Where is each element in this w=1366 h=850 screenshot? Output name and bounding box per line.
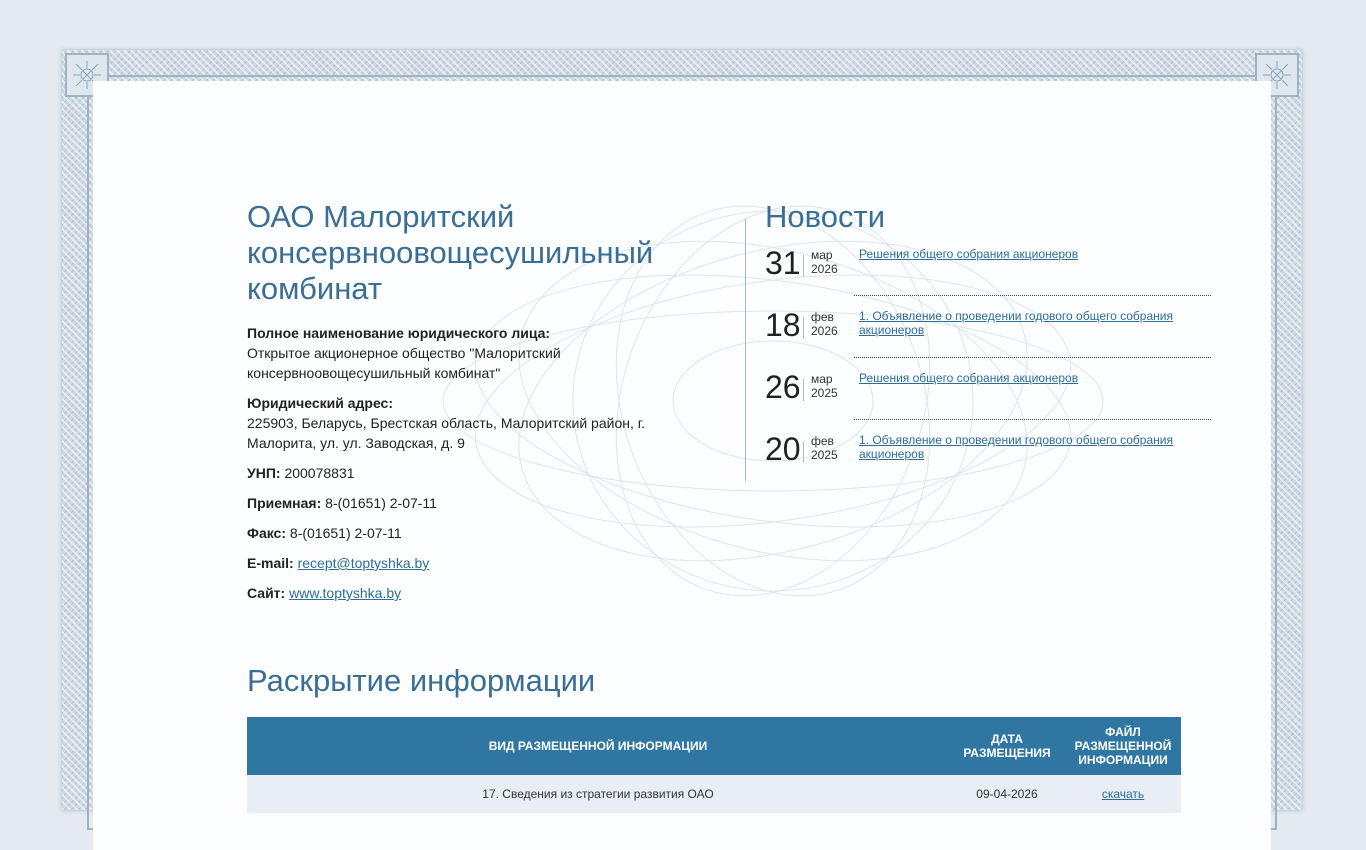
news-year: 2026 bbox=[811, 262, 838, 276]
disclosure-title: Раскрытие информации bbox=[247, 663, 596, 698]
news-date-separator bbox=[803, 441, 804, 463]
table-header-row: Вид размещенной информации Дата размещен… bbox=[247, 717, 1181, 775]
company-info: ОАО Малоритский консервноовощесушильный … bbox=[247, 199, 687, 613]
news-month-year: мар 2025 bbox=[811, 372, 838, 400]
news-item: 26 мар 2025 Решения общего собрания акцио… bbox=[765, 365, 1211, 427]
news-year: 2025 bbox=[811, 386, 838, 400]
full-name-row: Полное наименование юридического лица: О… bbox=[247, 323, 687, 383]
news-month: мар bbox=[811, 248, 833, 262]
news-month-year: мар 2026 bbox=[811, 248, 838, 276]
news-date-separator bbox=[803, 255, 804, 277]
email-link[interactable]: recept@toptyshka.by bbox=[298, 555, 430, 571]
header-date: Дата размещения bbox=[949, 717, 1065, 775]
news-link[interactable]: Решения общего собрания акционеров bbox=[859, 247, 1199, 261]
cell-file: скачать bbox=[1065, 775, 1181, 813]
company-title: ОАО Малоритский консервноовощесушильный … bbox=[247, 199, 654, 306]
fax-value: 8-(01651) 2-07-11 bbox=[289, 525, 402, 541]
header-file: Файл размещенной информации bbox=[1065, 717, 1181, 775]
reception-row: Приемная: 8-(01651) 2-07-11 bbox=[247, 493, 687, 513]
unp-value: 200078831 bbox=[284, 465, 355, 481]
news-day: 20 bbox=[765, 431, 801, 467]
news-link[interactable]: Решения общего собрания акционеров bbox=[859, 371, 1199, 385]
full-name-label: Полное наименование юридического лица: bbox=[247, 325, 551, 341]
news-separator bbox=[854, 357, 1211, 358]
news-month: фев bbox=[811, 310, 834, 324]
news-day: 18 bbox=[765, 307, 801, 343]
email-row: E-mail: recept@toptyshka.by bbox=[247, 553, 687, 573]
email-label: E-mail: bbox=[247, 555, 294, 571]
unp-row: УНП: 200078831 bbox=[247, 463, 687, 483]
site-label: Сайт: bbox=[247, 585, 286, 601]
reception-value: 8-(01651) 2-07-11 bbox=[325, 495, 437, 511]
cell-date: 09-04-2026 bbox=[949, 775, 1065, 813]
reception-label: Приемная: bbox=[247, 495, 322, 511]
news-date-separator bbox=[803, 379, 804, 401]
site-link[interactable]: www.toptyshka.by bbox=[289, 585, 401, 601]
news-title: Новости bbox=[765, 199, 886, 234]
news-item: 20 фев 2025 1. Объявление о проведении го… bbox=[765, 427, 1205, 489]
full-name-value: Открытое акционерное общество "Малоритск… bbox=[247, 345, 561, 381]
download-link[interactable]: скачать bbox=[1102, 787, 1144, 801]
disclosure-table: Вид размещенной информации Дата размещен… bbox=[247, 717, 1181, 813]
news-day: 26 bbox=[765, 369, 801, 405]
address-value: 225903, Беларусь, Брестская область, Мал… bbox=[247, 415, 646, 451]
news-item: 31 мар 2026 Решения общего собрания акцио… bbox=[765, 241, 1211, 303]
certificate-frame: ОАО Малоритский консервноовощесушильный … bbox=[62, 50, 1302, 850]
news-month-year: фев 2025 bbox=[811, 434, 838, 462]
news-year: 2025 bbox=[811, 448, 838, 462]
table-row: 17. Сведения из стратегии развития ОАО 0… bbox=[247, 775, 1181, 813]
content-paper: ОАО Малоритский консервноовощесушильный … bbox=[93, 81, 1271, 850]
site-row: Сайт: www.toptyshka.by bbox=[247, 583, 687, 603]
news-month: мар bbox=[811, 372, 833, 386]
company-details: Полное наименование юридического лица: О… bbox=[247, 323, 687, 603]
news-link[interactable]: 1. Объявление о проведении годового обще… bbox=[859, 309, 1199, 337]
news-separator bbox=[854, 419, 1211, 420]
news-date-separator bbox=[803, 317, 804, 339]
news-item: 18 фев 2026 1. Объявление о проведении го… bbox=[765, 303, 1211, 365]
news-month: фев bbox=[811, 434, 834, 448]
disclosure-section: Раскрытие информации Вид размещенной инф… bbox=[247, 663, 1181, 813]
news-link[interactable]: 1. Объявление о проведении годового обще… bbox=[859, 433, 1199, 461]
fax-label: Факс: bbox=[247, 525, 287, 541]
news-day: 31 bbox=[765, 245, 801, 281]
column-divider bbox=[745, 219, 746, 481]
news-separator bbox=[854, 295, 1211, 296]
news-section: Новости 31 мар 2026 Решения общего собран… bbox=[765, 199, 1211, 489]
unp-label: УНП: bbox=[247, 465, 281, 481]
cell-info-type: 17. Сведения из стратегии развития ОАО bbox=[247, 775, 949, 813]
address-row: Юридический адрес: 225903, Беларусь, Бре… bbox=[247, 393, 687, 453]
address-label: Юридический адрес: bbox=[247, 395, 393, 411]
header-info-type: Вид размещенной информации bbox=[247, 717, 949, 775]
news-month-year: фев 2026 bbox=[811, 310, 838, 338]
fax-row: Факс: 8-(01651) 2-07-11 bbox=[247, 523, 687, 543]
news-year: 2026 bbox=[811, 324, 838, 338]
